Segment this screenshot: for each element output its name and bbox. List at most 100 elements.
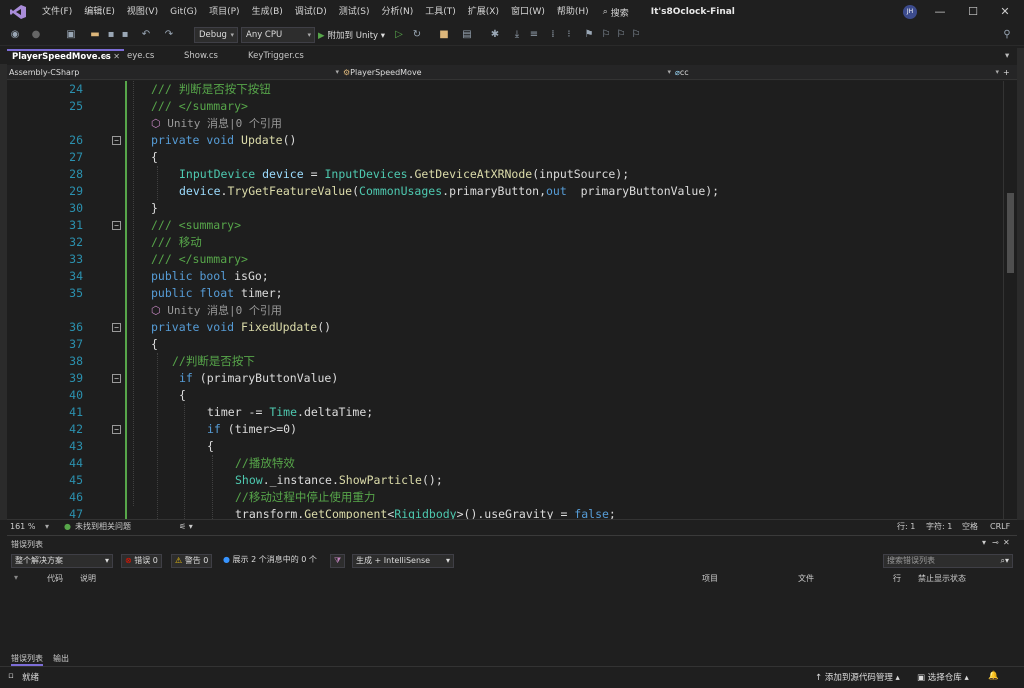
pin-icon[interactable]: ⊸ — [992, 538, 999, 547]
tab-show[interactable]: Show.cs — [179, 49, 243, 64]
debug-tools-icon[interactable]: ✱ — [488, 28, 502, 42]
prev-bookmark-icon[interactable]: ⚐ — [600, 28, 612, 42]
code-line[interactable]: 26 − private void Update() — [7, 132, 1003, 149]
maximize-button[interactable]: ☐ — [958, 0, 988, 24]
menu-item[interactable]: 工具(T) — [419, 0, 462, 24]
tab-error-list[interactable]: 错误列表 — [11, 653, 43, 666]
column-description[interactable]: 说明 — [80, 573, 96, 584]
step-icon[interactable]: ⤓ — [510, 28, 524, 42]
tab-eye[interactable]: eye.cs — [122, 49, 178, 64]
search-box[interactable]: ⌕ 搜索 — [603, 6, 629, 19]
back-icon[interactable]: ◉ — [8, 28, 22, 42]
attach-to-unity-button[interactable]: ▶ 附加到 Unity ▾ — [318, 29, 385, 41]
code-editor[interactable]: 24 /// 判断是否按下按钮 25 /// </summary> ⬡ Unity 消息… — [7, 81, 1003, 519]
code-line[interactable]: 37 { — [7, 336, 1003, 353]
fold-toggle-icon[interactable]: − — [112, 136, 121, 145]
column-project[interactable]: 项目 — [702, 573, 718, 584]
code-line[interactable]: ⬡ Unity 消息|0 个引用 — [7, 115, 1003, 132]
toolbox-icon[interactable]: ■ — [437, 28, 451, 42]
start-without-debug-icon[interactable]: ▷ — [394, 28, 404, 42]
column-suppression[interactable]: 禁止显示状态 — [918, 573, 966, 584]
fold-toggle-icon[interactable]: − — [112, 323, 121, 332]
project-dropdown[interactable]: Assembly-CSharp ▾ — [9, 66, 341, 79]
layout-icon[interactable]: ▤ — [460, 28, 474, 42]
close-icon[interactable]: ✕ — [113, 51, 120, 63]
zoom-level[interactable]: 161 % — [10, 521, 35, 533]
column-line[interactable]: 行 — [893, 573, 901, 584]
close-icon[interactable]: ✕ — [1003, 538, 1010, 547]
close-button[interactable]: ✕ — [990, 0, 1020, 24]
code-cleanup-icon[interactable]: ⚟ ▾ — [179, 521, 193, 533]
chevron-down-icon[interactable]: ▾ — [45, 521, 49, 533]
warnings-filter-button[interactable]: ⚠ 警告 0 — [171, 554, 213, 568]
split-icon[interactable]: + — [1003, 66, 1015, 79]
code-line[interactable]: 30} — [7, 200, 1003, 217]
code-line[interactable]: 24 /// 判断是否按下按钮 — [7, 81, 1003, 98]
fold-toggle-icon[interactable]: − — [112, 221, 121, 230]
undo-icon[interactable]: ↶ — [140, 28, 152, 42]
avatar[interactable]: JH — [903, 5, 917, 19]
platform-dropdown[interactable]: Any CPU ▾ — [241, 27, 315, 43]
code-line[interactable]: 33 /// </summary> — [7, 251, 1003, 268]
column-code[interactable]: 代码 — [47, 573, 63, 584]
new-project-icon[interactable]: ▣ — [64, 28, 78, 42]
pin-icon[interactable]: ⊸ — [101, 51, 108, 63]
filter-icon[interactable]: ⧩ — [330, 554, 346, 568]
messages-filter-button[interactable]: ● 展示 2 个消息中的 0 个 — [223, 554, 317, 568]
column-file[interactable]: 文件 — [798, 573, 814, 584]
bookmark-icon[interactable]: ⚑ — [583, 28, 595, 42]
errors-filter-button[interactable]: ⊗ 错误 0 — [121, 554, 162, 568]
codelens[interactable]: ⬡ Unity 消息|0 个引用 — [151, 302, 282, 319]
live-share-icon[interactable]: ⚲ — [1000, 28, 1014, 42]
tab-output[interactable]: 输出 — [53, 653, 69, 664]
select-repo-button[interactable]: ▣ 选择仓库 ▴ — [917, 671, 969, 683]
fold-toggle-icon[interactable]: − — [112, 425, 121, 434]
code-line[interactable]: 32 /// 移动 — [7, 234, 1003, 251]
menu-item[interactable]: 分析(N) — [375, 0, 419, 24]
menu-item[interactable]: 编辑(E) — [78, 0, 121, 24]
code-line[interactable]: 31 − /// <summary> — [7, 217, 1003, 234]
redo-icon[interactable]: ↷ — [163, 28, 175, 42]
menu-item[interactable]: 文件(F) — [36, 0, 78, 24]
comment-icon[interactable]: ⁞ — [546, 28, 560, 42]
scrollbar-thumb[interactable] — [1007, 193, 1014, 273]
issues-status[interactable]: 未找到相关问题 — [75, 521, 131, 533]
tab-keytrigger[interactable]: KeyTrigger.cs — [243, 49, 323, 64]
panel-menu-icon[interactable]: ▾ — [982, 538, 986, 547]
format-icon[interactable]: ≡ — [527, 28, 541, 42]
configuration-dropdown[interactable]: Debug ▾ — [194, 27, 238, 43]
clear-bookmarks-icon[interactable]: ⚐ — [630, 28, 642, 42]
code-line[interactable]: ⬡ Unity 消息|0 个引用 — [7, 302, 1003, 319]
menu-item[interactable]: 窗口(W) — [505, 0, 551, 24]
menu-item[interactable]: 项目(P) — [203, 0, 245, 24]
menu-item[interactable]: 测试(S) — [333, 0, 376, 24]
code-line[interactable]: 27 { — [7, 149, 1003, 166]
code-line[interactable]: 25 /// </summary> — [7, 98, 1003, 115]
code-line[interactable]: 35 public float timer; — [7, 285, 1003, 302]
uncomment-icon[interactable]: ⁝ — [562, 28, 576, 42]
whitespace-mode[interactable]: 空格 — [962, 521, 978, 533]
hot-reload-icon[interactable]: ↻ — [410, 28, 424, 42]
source-dropdown[interactable]: 生成 + IntelliSense ▾ — [352, 554, 454, 568]
codelens[interactable]: ⬡ Unity 消息|0 个引用 — [151, 115, 282, 132]
class-dropdown[interactable]: ⚙PlayerSpeedMove ▾ — [343, 66, 673, 79]
menu-item[interactable]: 生成(B) — [246, 0, 289, 24]
code-line[interactable]: 36 − private void FixedUpdate() — [7, 319, 1003, 336]
tab-playerspeedmove[interactable]: PlayerSpeedMove.cs ⊸ ✕ — [7, 49, 124, 64]
save-all-icon[interactable]: ▪ — [118, 28, 132, 42]
menu-item[interactable]: Git(G) — [164, 0, 203, 24]
menu-item[interactable]: 扩展(X) — [462, 0, 505, 24]
menu-item[interactable]: 帮助(H) — [551, 0, 595, 24]
menu-item[interactable]: 视图(V) — [121, 0, 164, 24]
member-dropdown[interactable]: ⌀cc ▾ — [675, 66, 1001, 79]
error-search-input[interactable]: 搜索错误列表 ⌕▾ — [883, 554, 1013, 568]
notifications-icon[interactable]: 🔔 — [988, 671, 999, 681]
menu-item[interactable]: 调试(D) — [289, 0, 333, 24]
scope-dropdown[interactable]: 整个解决方案 ▾ — [11, 554, 113, 568]
open-folder-icon[interactable]: ▬ — [88, 28, 102, 42]
vertical-scrollbar[interactable] — [1003, 81, 1017, 519]
forward-icon[interactable]: ● — [30, 28, 42, 42]
save-icon[interactable]: ▪ — [104, 28, 118, 42]
minimize-button[interactable]: — — [925, 0, 955, 24]
fold-toggle-icon[interactable]: − — [112, 374, 121, 383]
